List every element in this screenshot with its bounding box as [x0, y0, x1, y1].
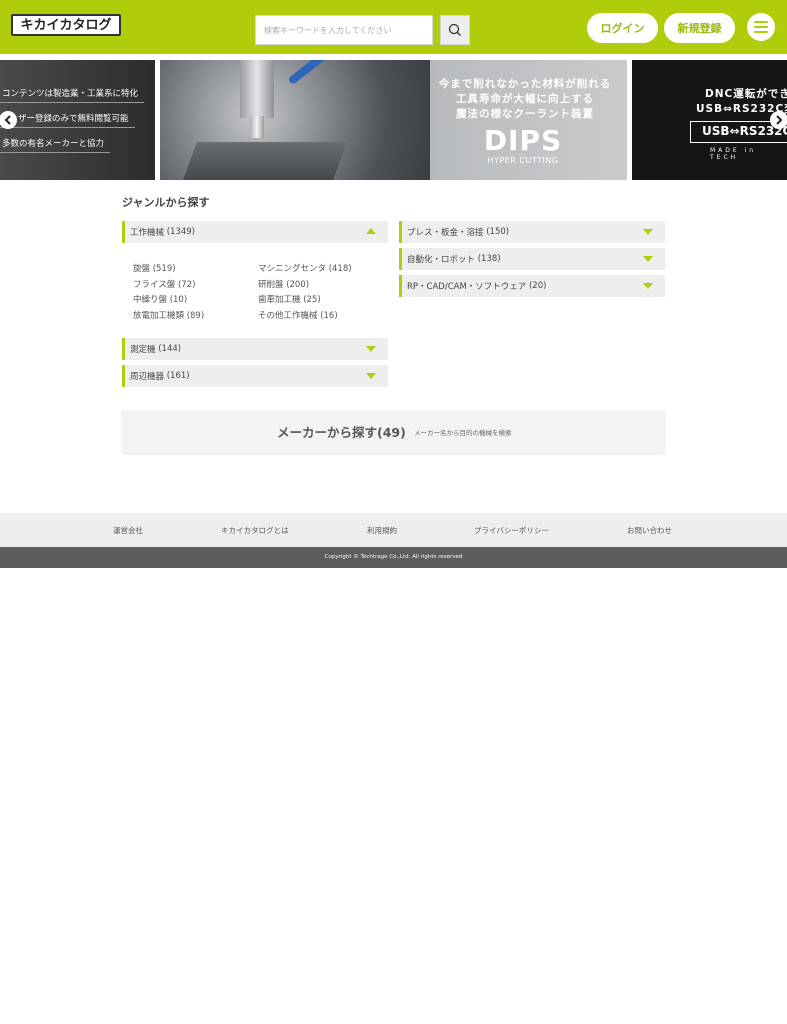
site-logo[interactable]: キカイカタログ [11, 14, 121, 36]
genre-section-title: ジャンルから探す [122, 196, 210, 209]
genre-label: プレス・板金・溶接 [407, 228, 484, 238]
menu-bar-icon [754, 31, 768, 33]
banner-slide-previous[interactable]: コンテンツは製造業・工業系に特化 ザー登録のみで無料閲覧可能 多数の有名メーカー… [0, 60, 155, 180]
subgenre-link[interactable]: 旋盤 (519) [133, 262, 176, 274]
subgenre-link[interactable]: 歯車加工機 (25) [258, 293, 321, 305]
banner-headline-line: 魔法の様なクーラント装置 [456, 108, 594, 120]
genre-count: (150) [486, 227, 510, 237]
genre-label: 周辺機器 [130, 372, 165, 382]
menu-bar-icon [754, 21, 768, 23]
banner-text-line: DNC運転ができる [705, 88, 787, 100]
chevron-down-icon [643, 256, 653, 262]
genre-label: 測定機 [130, 345, 156, 355]
menu-bar-icon [754, 26, 768, 28]
carousel-next-button[interactable] [770, 111, 787, 129]
genre-accordion-automation[interactable]: 自動化・ロボット (138) [399, 248, 665, 270]
genre-accordion-software[interactable]: RP・CAD/CAM・ソフトウェア (20) [399, 275, 665, 297]
banner-text-line: ザー登録のみで無料閲覧可能 [0, 112, 135, 128]
maker-search-title: メーカーから探す(49) [277, 425, 406, 440]
banner-headline-line: 今まで削れなかった材料が削れる [438, 78, 612, 90]
subgenre-link[interactable]: 放電加工機類 (89) [133, 309, 204, 321]
banner-text-line: コンテンツは製造業・工業系に特化 [0, 87, 145, 103]
genre-count: (20) [528, 281, 547, 291]
banner-slide-next[interactable]: DNC運転ができる USB⇔RS232C変換 USB⇔RS232C MADE i… [632, 60, 787, 180]
banner-carousel: コンテンツは製造業・工業系に特化 ザー登録のみで無料閲覧可能 多数の有名メーカー… [0, 60, 787, 180]
genre-count: (161) [166, 371, 190, 381]
site-footer: 運営会社 キカイカタログとは 利用規約 プライバシーポリシー お問い合わせ [0, 513, 787, 547]
subgenre-link[interactable]: 研削盤 (200) [258, 278, 309, 290]
genre-accordion-press[interactable]: プレス・板金・溶接 (150) [399, 221, 665, 243]
genre-label: 自動化・ロボット [407, 255, 476, 265]
banner-brand-logo: DIPS [483, 124, 563, 157]
maker-search-subtitle: メーカー名から目的の機械を検索 [414, 429, 512, 437]
chevron-down-icon [366, 373, 376, 379]
signup-button[interactable]: 新規登録 [664, 13, 735, 43]
chevron-down-icon [643, 283, 653, 289]
copyright-text: Copyright © Techtrage Co.,Ltd. All right… [0, 547, 787, 568]
chevron-down-icon [366, 346, 376, 352]
maker-search-button[interactable]: メーカーから探す(49) メーカー名から目的の機械を検索 [122, 410, 665, 453]
genre-label: 工作機械 [130, 228, 165, 238]
footer-link-about[interactable]: キカイカタログとは [221, 525, 289, 536]
login-button[interactable]: ログイン [587, 13, 658, 43]
genre-count: (138) [477, 254, 501, 264]
machine-tool-photo [160, 60, 430, 180]
chevron-left-icon [4, 115, 11, 125]
banner-brand-subtitle: HYPER CUTTING [487, 156, 559, 165]
chevron-down-icon [643, 229, 653, 235]
footer-link-terms[interactable]: 利用規約 [367, 525, 397, 536]
banner-headline-line: 工具寿命が大幅に向上する [456, 93, 594, 105]
chevron-up-icon [366, 228, 376, 234]
hamburger-menu-button[interactable] [747, 13, 775, 41]
subgenre-link[interactable]: マシニングセンタ (418) [258, 262, 352, 274]
subgenre-link[interactable]: 中繰り盤 (10) [133, 293, 187, 305]
genre-accordion-measuring[interactable]: 測定機 (144) [122, 338, 388, 360]
subgenre-link[interactable]: その他工作機械 (16) [258, 309, 338, 321]
subgenre-link[interactable]: フライス盤 (72) [133, 278, 195, 290]
banner-text-line: 多数の有名メーカーと協力 [0, 137, 111, 153]
search-icon [448, 23, 461, 36]
chevron-right-icon [776, 115, 783, 125]
banner-slide-current[interactable]: 今まで削れなかった材料が削れる 工具寿命が大幅に向上する 魔法の様なクーラント装… [160, 60, 627, 180]
site-header: キカイカタログ ログイン 新規登録 [0, 0, 787, 54]
genre-accordion-peripherals[interactable]: 周辺機器 (161) [122, 365, 388, 387]
genre-count: (144) [158, 344, 182, 354]
search-button[interactable] [440, 15, 470, 45]
footer-link-company[interactable]: 運営会社 [113, 525, 143, 536]
footer-link-privacy[interactable]: プライバシーポリシー [474, 525, 549, 536]
banner-small-text: MADE in TECH [710, 147, 757, 161]
genre-count: (1349) [166, 227, 195, 237]
footer-link-contact[interactable]: お問い合わせ [627, 525, 672, 536]
genre-accordion-machine-tools[interactable]: 工作機械 (1349) [122, 221, 388, 243]
genre-label: RP・CAD/CAM・ソフトウェア [407, 282, 527, 292]
search-input[interactable] [255, 15, 433, 45]
